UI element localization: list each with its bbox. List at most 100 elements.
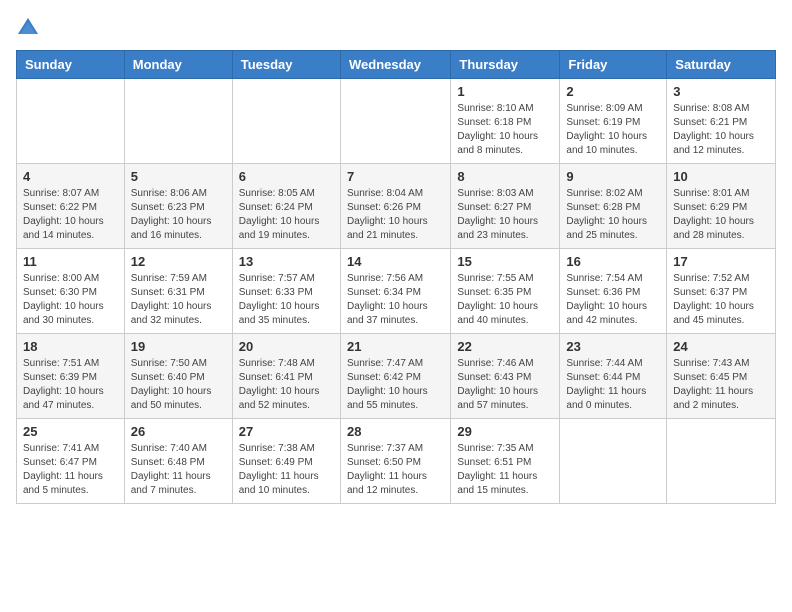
day-number: 5: [131, 169, 226, 184]
calendar-day-cell: 15 Sunrise: 7:55 AMSunset: 6:35 PMDayligh…: [451, 249, 560, 334]
day-number: 23: [566, 339, 660, 354]
day-info: Sunrise: 8:05 AMSunset: 6:24 PMDaylight:…: [239, 187, 334, 243]
calendar-day-cell: 8Sunrise: 8:03 AMSunset: 6:27 PMDaylight…: [451, 164, 560, 249]
day-info: Sunrise: 8:04 AMSunset: 6:26 PMDaylight:…: [347, 187, 444, 243]
day-info: Sunrise: 7:51 AMSunset: 6:39 PMDaylight:…: [23, 357, 118, 413]
calendar-day-cell: [232, 79, 340, 164]
day-number: 2: [566, 84, 660, 99]
day-info: Sunrise: 7:41 AMSunset: 6:47 PMDaylight:…: [23, 442, 118, 498]
day-info: Sunrise: 8:06 AMSunset: 6:23 PMDaylight:…: [131, 187, 226, 243]
day-number: 22: [457, 339, 553, 354]
day-number: 6: [239, 169, 334, 184]
calendar-day-cell: 12 Sunrise: 7:59 AMSunset: 6:31 PMDayligh…: [124, 249, 232, 334]
day-number: 19: [131, 339, 226, 354]
calendar-day-cell: 22 Sunrise: 7:46 AMSunset: 6:43 PMDayligh…: [451, 334, 560, 419]
calendar-day-cell: [560, 419, 667, 504]
calendar-day-cell: 3 Sunrise: 8:08 AMSunset: 6:21 PMDaylight…: [667, 79, 776, 164]
calendar-week-row: 4 Sunrise: 8:07 AMSunset: 6:22 PMDaylight…: [17, 164, 776, 249]
day-info: Sunrise: 7:43 AMSunset: 6:45 PMDaylight:…: [673, 357, 769, 413]
day-info: Sunrise: 8:01 AMSunset: 6:29 PMDaylight:…: [673, 187, 769, 243]
day-number: 15: [457, 254, 553, 269]
day-number: 13: [239, 254, 334, 269]
day-info: Sunrise: 7:40 AMSunset: 6:48 PMDaylight:…: [131, 442, 226, 498]
day-number: 3: [673, 84, 769, 99]
calendar-week-row: 1 Sunrise: 8:10 AMSunset: 6:18 PMDaylight…: [17, 79, 776, 164]
day-info: Sunrise: 7:46 AMSunset: 6:43 PMDaylight:…: [457, 357, 553, 413]
day-number: 29: [457, 424, 553, 439]
day-number: 27: [239, 424, 334, 439]
day-info: Sunrise: 7:47 AMSunset: 6:42 PMDaylight:…: [347, 357, 444, 413]
calendar-day-cell: [340, 79, 450, 164]
day-number: 16: [566, 254, 660, 269]
day-info: Sunrise: 7:38 AMSunset: 6:49 PMDaylight:…: [239, 442, 334, 498]
calendar-day-cell: 18 Sunrise: 7:51 AMSunset: 6:39 PMDayligh…: [17, 334, 125, 419]
day-number: 21: [347, 339, 444, 354]
calendar-header-row: SundayMondayTuesdayWednesdayThursdayFrid…: [17, 51, 776, 79]
calendar-day-cell: 9 Sunrise: 8:02 AMSunset: 6:28 PMDaylight…: [560, 164, 667, 249]
calendar-day-cell: 27 Sunrise: 7:38 AMSunset: 6:49 PMDayligh…: [232, 419, 340, 504]
day-info: Sunrise: 8:10 AMSunset: 6:18 PMDaylight:…: [457, 102, 553, 158]
day-of-week-header: Wednesday: [340, 51, 450, 79]
calendar-day-cell: 29 Sunrise: 7:35 AMSunset: 6:51 PMDayligh…: [451, 419, 560, 504]
day-info: Sunrise: 7:59 AMSunset: 6:31 PMDaylight:…: [131, 272, 226, 328]
day-of-week-header: Tuesday: [232, 51, 340, 79]
calendar-day-cell: [17, 79, 125, 164]
day-number: 8: [457, 169, 553, 184]
calendar-day-cell: 14 Sunrise: 7:56 AMSunset: 6:34 PMDayligh…: [340, 249, 450, 334]
day-info: Sunrise: 7:35 AMSunset: 6:51 PMDaylight:…: [457, 442, 553, 498]
calendar-day-cell: 1 Sunrise: 8:10 AMSunset: 6:18 PMDaylight…: [451, 79, 560, 164]
calendar-day-cell: 10 Sunrise: 8:01 AMSunset: 6:29 PMDayligh…: [667, 164, 776, 249]
day-number: 10: [673, 169, 769, 184]
day-info: Sunrise: 7:52 AMSunset: 6:37 PMDaylight:…: [673, 272, 769, 328]
day-info: Sunrise: 8:07 AMSunset: 6:22 PMDaylight:…: [23, 187, 118, 243]
day-number: 4: [23, 169, 118, 184]
logo-icon: [16, 16, 40, 40]
calendar-week-row: 11 Sunrise: 8:00 AMSunset: 6:30 PMDayligh…: [17, 249, 776, 334]
day-number: 1: [457, 84, 553, 99]
day-of-week-header: Saturday: [667, 51, 776, 79]
day-number: 20: [239, 339, 334, 354]
calendar-day-cell: 23 Sunrise: 7:44 AMSunset: 6:44 PMDayligh…: [560, 334, 667, 419]
logo: [16, 16, 44, 40]
day-info: Sunrise: 8:00 AMSunset: 6:30 PMDaylight:…: [23, 272, 118, 328]
day-info: Sunrise: 7:54 AMSunset: 6:36 PMDaylight:…: [566, 272, 660, 328]
calendar-day-cell: 21 Sunrise: 7:47 AMSunset: 6:42 PMDayligh…: [340, 334, 450, 419]
day-info: Sunrise: 7:48 AMSunset: 6:41 PMDaylight:…: [239, 357, 334, 413]
day-number: 25: [23, 424, 118, 439]
calendar-day-cell: 16 Sunrise: 7:54 AMSunset: 6:36 PMDayligh…: [560, 249, 667, 334]
day-info: Sunrise: 7:57 AMSunset: 6:33 PMDaylight:…: [239, 272, 334, 328]
day-info: Sunrise: 8:09 AMSunset: 6:19 PMDaylight:…: [566, 102, 660, 158]
calendar-day-cell: 4 Sunrise: 8:07 AMSunset: 6:22 PMDaylight…: [17, 164, 125, 249]
calendar-day-cell: 28Sunrise: 7:37 AMSunset: 6:50 PMDayligh…: [340, 419, 450, 504]
calendar-day-cell: 24Sunrise: 7:43 AMSunset: 6:45 PMDayligh…: [667, 334, 776, 419]
day-info: Sunrise: 7:56 AMSunset: 6:34 PMDaylight:…: [347, 272, 444, 328]
calendar-day-cell: [124, 79, 232, 164]
calendar-day-cell: 26 Sunrise: 7:40 AMSunset: 6:48 PMDayligh…: [124, 419, 232, 504]
calendar-day-cell: [667, 419, 776, 504]
day-info: Sunrise: 8:02 AMSunset: 6:28 PMDaylight:…: [566, 187, 660, 243]
day-number: 18: [23, 339, 118, 354]
day-number: 14: [347, 254, 444, 269]
calendar-day-cell: 11 Sunrise: 8:00 AMSunset: 6:30 PMDayligh…: [17, 249, 125, 334]
day-number: 11: [23, 254, 118, 269]
day-of-week-header: Monday: [124, 51, 232, 79]
calendar-day-cell: 19 Sunrise: 7:50 AMSunset: 6:40 PMDayligh…: [124, 334, 232, 419]
calendar-day-cell: 7Sunrise: 8:04 AMSunset: 6:26 PMDaylight…: [340, 164, 450, 249]
day-info: Sunrise: 7:44 AMSunset: 6:44 PMDaylight:…: [566, 357, 660, 413]
day-info: Sunrise: 7:55 AMSunset: 6:35 PMDaylight:…: [457, 272, 553, 328]
day-number: 26: [131, 424, 226, 439]
calendar-day-cell: 5 Sunrise: 8:06 AMSunset: 6:23 PMDaylight…: [124, 164, 232, 249]
day-of-week-header: Thursday: [451, 51, 560, 79]
calendar-table: SundayMondayTuesdayWednesdayThursdayFrid…: [16, 50, 776, 504]
day-info: Sunrise: 7:50 AMSunset: 6:40 PMDaylight:…: [131, 357, 226, 413]
day-number: 12: [131, 254, 226, 269]
calendar-day-cell: 25 Sunrise: 7:41 AMSunset: 6:47 PMDayligh…: [17, 419, 125, 504]
day-of-week-header: Sunday: [17, 51, 125, 79]
day-number: 9: [566, 169, 660, 184]
calendar-day-cell: 13 Sunrise: 7:57 AMSunset: 6:33 PMDayligh…: [232, 249, 340, 334]
day-info: Sunrise: 8:08 AMSunset: 6:21 PMDaylight:…: [673, 102, 769, 158]
calendar-week-row: 18 Sunrise: 7:51 AMSunset: 6:39 PMDayligh…: [17, 334, 776, 419]
calendar-day-cell: 2 Sunrise: 8:09 AMSunset: 6:19 PMDaylight…: [560, 79, 667, 164]
day-number: 28: [347, 424, 444, 439]
calendar-week-row: 25 Sunrise: 7:41 AMSunset: 6:47 PMDayligh…: [17, 419, 776, 504]
